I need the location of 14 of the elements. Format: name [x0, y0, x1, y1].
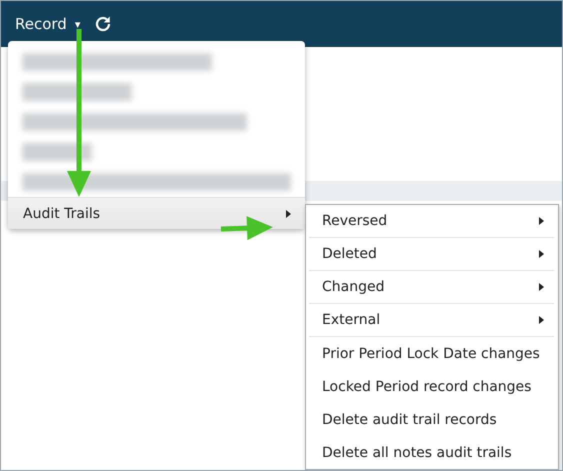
record-menu-button[interactable]: Record ▾ [15, 15, 80, 33]
caret-icon [286, 210, 291, 218]
menu-item[interactable]: Delete all notes audit trails [309, 436, 554, 469]
redacted-text [22, 143, 92, 161]
refresh-icon[interactable] [94, 15, 112, 33]
menu-item[interactable]: Changed [309, 271, 554, 304]
annotation-arrow [220, 216, 273, 240]
menu-item[interactable]: External [309, 304, 554, 337]
menu-item[interactable]: Deleted [309, 238, 554, 271]
menu-item[interactable]: Locked Period record changes [309, 370, 554, 403]
menu-item[interactable]: Reversed [309, 205, 554, 238]
menu-item[interactable]: Delete audit trail records [309, 403, 554, 436]
menu-item[interactable]: Audit Trails [8, 197, 305, 229]
menu-item[interactable]: Prior Period Lock Date changes [309, 337, 554, 370]
